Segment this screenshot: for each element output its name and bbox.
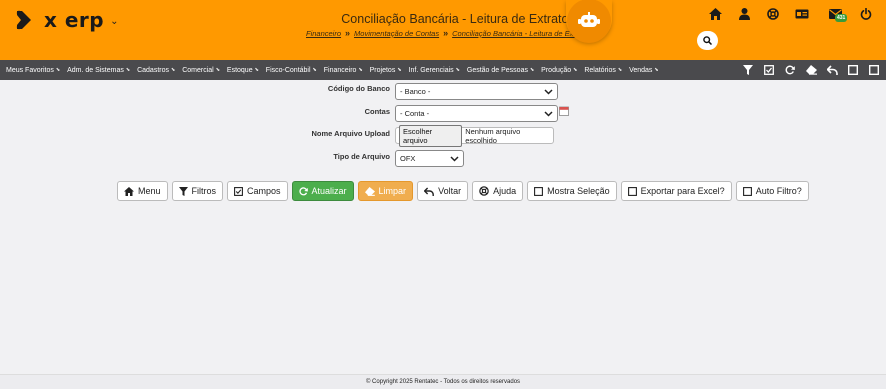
banco-select[interactable]: - Banco - [395, 83, 558, 100]
chevron-down-icon [544, 111, 553, 117]
menu-meus-favoritos[interactable]: Meus Favoritos ⬊ [6, 67, 60, 74]
contas-select-value: - Conta - [400, 109, 430, 118]
mostra-selecao-button-label: Mostra Seleção [547, 186, 610, 196]
refresh-icon [298, 186, 308, 195]
header: x erp ⌄ Conciliação Bancária - Leitura d… [0, 0, 886, 60]
mostra-selecao-button[interactable]: Mostra Seleção [527, 181, 617, 201]
menu-projetos[interactable]: Projetos ⬊ [370, 67, 402, 74]
contas-select[interactable]: - Conta - [395, 105, 558, 122]
assistant-bot-button[interactable] [566, 0, 612, 43]
checkbox-empty-icon[interactable] [845, 62, 861, 78]
calendar-icon[interactable] [559, 106, 569, 116]
main-menu: Meus Favoritos ⬊ Adm. de Sistemas ⬊ Cadast… [0, 60, 886, 80]
contas-label: Contas [364, 107, 390, 116]
id-card-icon[interactable] [794, 6, 810, 22]
filtros-button[interactable]: Filtros [171, 181, 224, 201]
atualizar-button[interactable]: Atualizar [291, 181, 354, 201]
checkbox-empty-icon [534, 186, 544, 196]
home-icon[interactable] [707, 6, 723, 22]
mail-icon[interactable]: 431 [827, 6, 848, 22]
tipo-row: Tipo de Arquivo [270, 152, 390, 161]
arquivo-row: Nome Arquivo Upload [270, 129, 390, 138]
eraser-icon [364, 186, 375, 196]
filter-icon [178, 186, 188, 196]
banco-select-value: - Banco - [400, 87, 431, 96]
campos-button-label: Campos [247, 186, 281, 196]
menu-inf-gerenciais[interactable]: Inf. Gerenciais ⬊ [409, 67, 460, 74]
voltar-button-label: Voltar [438, 186, 462, 196]
search-button[interactable] [697, 31, 718, 50]
exportar-excel-button[interactable]: Exportar para Excel? [620, 181, 732, 201]
help-icon[interactable] [765, 6, 781, 22]
breadcrumb: Financeiro» Movimentação de Contas» Concil… [306, 28, 588, 38]
menu-cadastros[interactable]: Cadastros ⬊ [137, 67, 175, 74]
arquivo-label: Nome Arquivo Upload [311, 129, 390, 138]
back-arrow-icon [424, 187, 434, 196]
checkbox-empty-icon[interactable] [866, 62, 882, 78]
robot-icon [578, 12, 600, 27]
breadcrumb-separator-icon: » [345, 28, 351, 38]
ajuda-button-label: Ajuda [493, 186, 517, 196]
action-buttons: Menu Filtros Campos Atualizar Limpar Vol… [117, 181, 813, 201]
breadcrumb-financeiro[interactable]: Financeiro [306, 29, 341, 38]
back-arrow-icon[interactable] [824, 62, 840, 78]
limpar-button[interactable]: Limpar [357, 181, 414, 201]
filtros-button-label: Filtros [191, 186, 217, 196]
tipo-arquivo-select[interactable]: OFX [395, 150, 464, 167]
menu-vendas[interactable]: Vendas ⬊ [629, 67, 659, 74]
file-upload-input[interactable]: Escolher arquivo Nenhum arquivo escolhid… [395, 124, 554, 147]
chevron-down-icon [544, 89, 553, 95]
auto-filtro-button-label: Auto Filtro? [755, 186, 802, 196]
auto-filtro-button[interactable]: Auto Filtro? [735, 181, 809, 201]
menu-adm-sistemas[interactable]: Adm. de Sistemas ⬊ [67, 67, 130, 74]
menu-producao[interactable]: Produção ⬊ [541, 67, 577, 74]
breadcrumb-separator-icon: » [443, 28, 449, 38]
footer-copyright: © Copyright 2025 Rentatec - Todos os dir… [0, 374, 886, 389]
contas-row: Contas [270, 107, 390, 116]
chevron-down-icon [450, 156, 459, 162]
menu-estoque[interactable]: Estoque ⬊ [227, 67, 259, 74]
home-icon [124, 186, 134, 196]
checkbox-checked-icon[interactable] [761, 62, 777, 78]
voltar-button[interactable]: Voltar [417, 181, 469, 201]
menu-gestao-pessoas[interactable]: Gestão de Pessoas ⬊ [467, 67, 534, 74]
tipo-select-value: OFX [400, 154, 416, 163]
limpar-button-label: Limpar [378, 186, 407, 196]
user-icon[interactable] [736, 6, 752, 22]
campos-button[interactable]: Campos [227, 181, 288, 201]
atualizar-button-label: Atualizar [311, 186, 347, 196]
menu-button-label: Menu [138, 186, 161, 196]
eraser-icon[interactable] [803, 62, 819, 78]
banco-label: Código do Banco [327, 84, 390, 93]
checkbox-empty-icon [742, 186, 752, 196]
menu-button[interactable]: Menu [117, 181, 168, 201]
mail-count-badge: 431 [835, 14, 848, 22]
tipo-label: Tipo de Arquivo [333, 152, 390, 161]
choose-file-button[interactable]: Escolher arquivo [399, 124, 463, 147]
breadcrumb-current[interactable]: Conciliação Bancária - Leitura de Extrat… [452, 29, 588, 38]
exportar-excel-button-label: Exportar para Excel? [640, 186, 725, 196]
menu-relatorios[interactable]: Relatórios ⬊ [584, 67, 622, 74]
menu-fisco-contabil[interactable]: Fisco-Contábil ⬊ [266, 67, 317, 74]
banco-row: Código do Banco [270, 84, 390, 93]
checkbox-empty-icon [627, 186, 637, 196]
breadcrumb-movimentacao[interactable]: Movimentação de Contas [354, 29, 439, 38]
menu-comercial[interactable]: Comercial ⬊ [182, 67, 220, 74]
filter-icon[interactable] [740, 62, 756, 78]
power-icon[interactable] [858, 6, 874, 22]
menu-financeiro[interactable]: Financeiro ⬊ [324, 67, 363, 74]
refresh-icon[interactable] [782, 62, 798, 78]
ajuda-button[interactable]: Ajuda [472, 181, 524, 201]
checkbox-checked-icon [234, 186, 243, 196]
help-icon [479, 186, 489, 196]
search-icon [703, 36, 712, 45]
file-status: Nenhum arquivo escolhido [465, 126, 521, 145]
